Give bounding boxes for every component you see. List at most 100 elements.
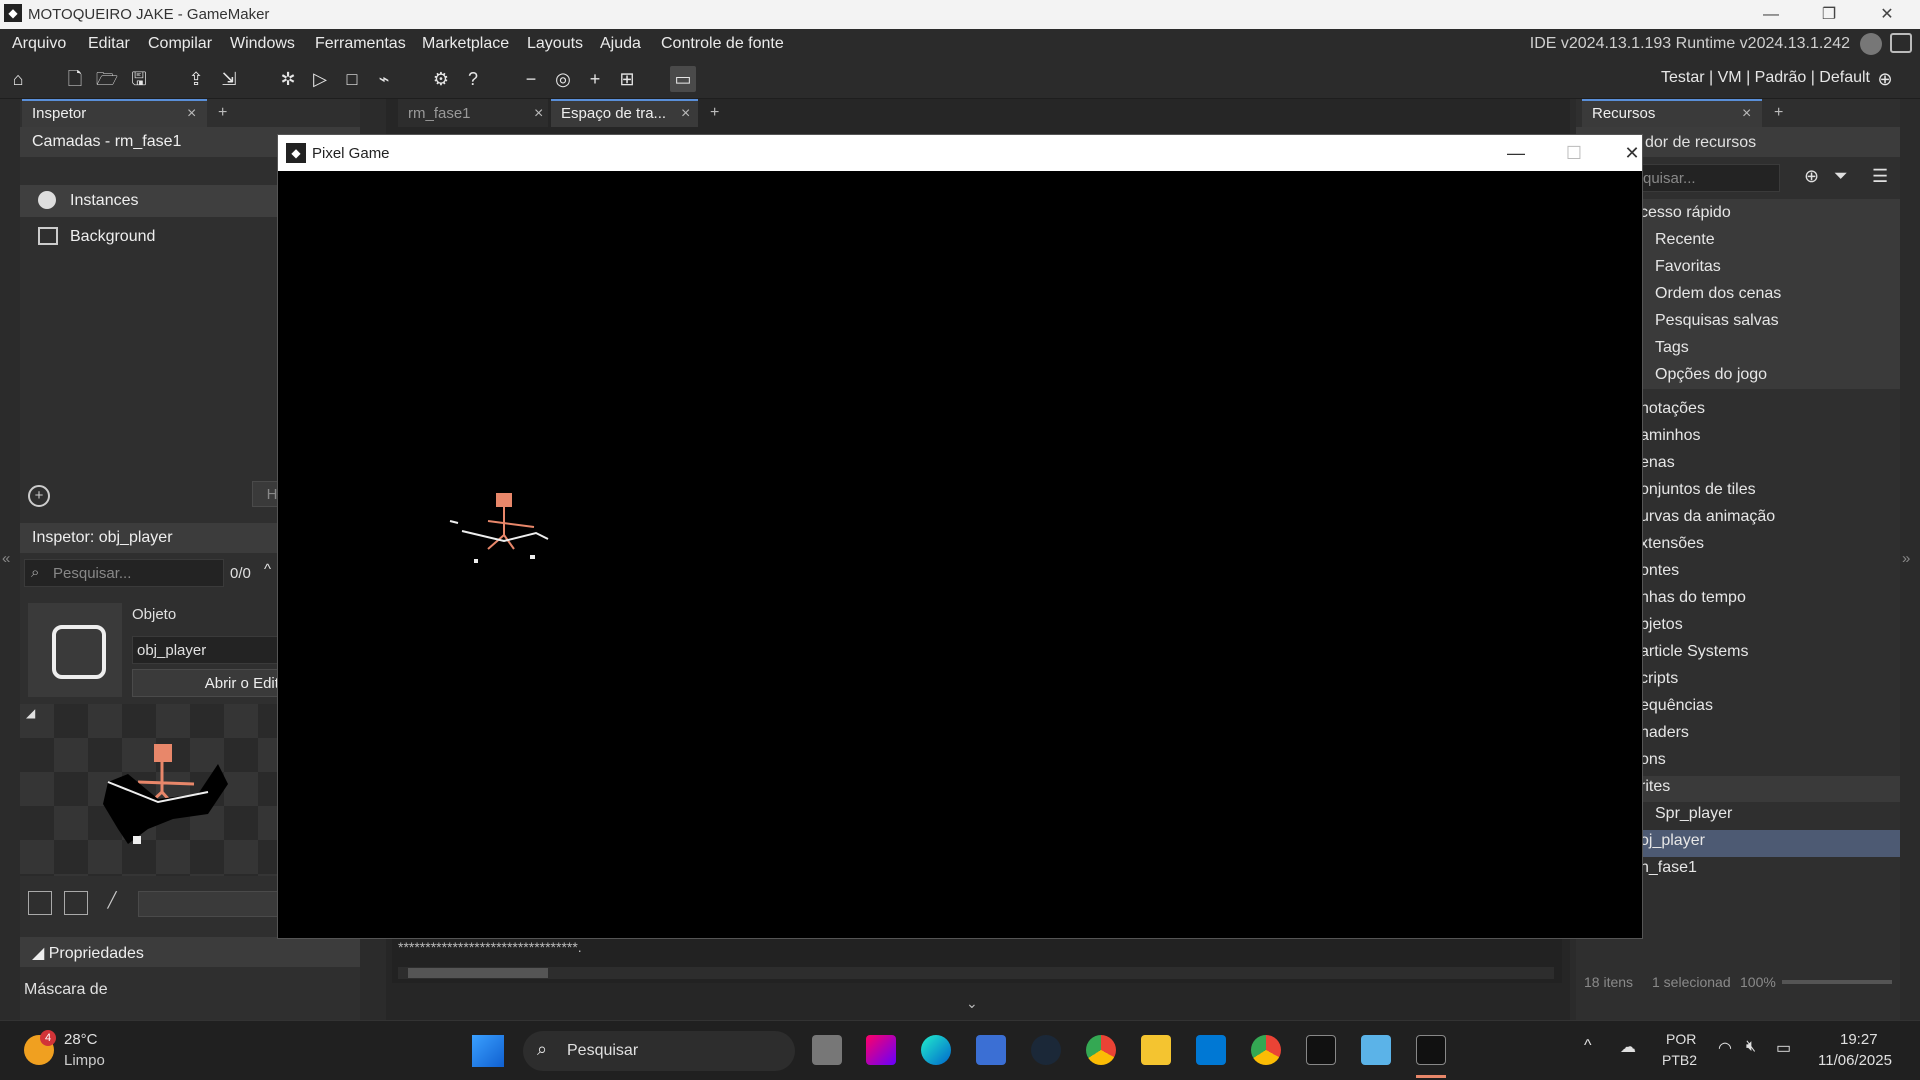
quick-recente[interactable]: Recente: [1655, 231, 1715, 255]
volume-muted-icon[interactable]: 🔇︎: [1746, 1038, 1756, 1056]
target-icon[interactable]: ⊕: [1872, 66, 1898, 92]
clock-time[interactable]: 19:27: [1840, 1031, 1878, 1048]
notepad-icon[interactable]: [1361, 1035, 1391, 1065]
minimize-button[interactable]: —: [1748, 3, 1794, 27]
group-shaders[interactable]: haders: [1640, 724, 1689, 748]
chat-icon[interactable]: [1890, 33, 1912, 53]
zoom-slider[interactable]: [1782, 980, 1892, 984]
close-tab-icon[interactable]: ×: [534, 105, 543, 123]
collapse-triangle-icon[interactable]: ◢: [26, 706, 35, 720]
group-curvas[interactable]: urvas da animação: [1640, 508, 1775, 532]
tab-recursos[interactable]: Recursos ×: [1582, 99, 1762, 127]
store-icon[interactable]: [976, 1035, 1006, 1065]
group-cenas[interactable]: enas: [1640, 454, 1675, 478]
chevron-up-icon[interactable]: ^: [264, 561, 271, 578]
group-scripts[interactable]: cripts: [1640, 670, 1678, 694]
gamemaker-taskbar-icon[interactable]: [1306, 1035, 1336, 1065]
chrome-icon[interactable]: [1086, 1035, 1116, 1065]
group-sprites[interactable]: rites: [1640, 778, 1670, 802]
copilot-icon[interactable]: [866, 1035, 896, 1065]
game-minimize-button[interactable]: —: [1496, 141, 1536, 165]
restore-button[interactable]: ❐: [1806, 3, 1852, 27]
sprite-edit-icon[interactable]: [64, 891, 88, 915]
quick-opcoes-do-jogo[interactable]: Opções do jogo: [1655, 366, 1767, 390]
clock-date[interactable]: 11/06/2025: [1818, 1052, 1892, 1069]
zoom-reset-icon[interactable]: ◎: [550, 66, 576, 92]
scrollbar-thumb[interactable]: [408, 968, 548, 978]
new-project-icon[interactable]: 🗋: [62, 66, 88, 92]
close-tab-icon[interactable]: ×: [187, 105, 196, 123]
sprite-new-icon[interactable]: [28, 891, 52, 915]
menu-compilar[interactable]: Compilar: [148, 35, 212, 53]
import-icon[interactable]: ⇲: [216, 66, 242, 92]
group-timelines[interactable]: nhas do tempo: [1640, 589, 1746, 613]
group-fontes[interactable]: ontes: [1640, 562, 1679, 586]
group-objetos[interactable]: bjetos: [1640, 616, 1683, 640]
language-code[interactable]: POR: [1666, 1031, 1696, 1047]
tab-workspace[interactable]: Espaço de tra... ×: [551, 99, 698, 127]
start-icon[interactable]: [472, 1035, 504, 1067]
add-tab-icon[interactable]: +: [218, 104, 227, 122]
run-icon[interactable]: ▷: [307, 66, 333, 92]
zoom-out-icon[interactable]: −: [518, 66, 544, 92]
add-layer-icon[interactable]: +: [28, 485, 50, 507]
debug-icon[interactable]: ✲: [275, 66, 301, 92]
collapse-right-icon[interactable]: »: [1902, 550, 1910, 567]
resource-rm-fase1[interactable]: n_fase1: [1640, 859, 1697, 883]
steam-icon[interactable]: [1031, 1035, 1061, 1065]
target-selector[interactable]: Testar | VM | Padrão | Default: [1661, 69, 1870, 87]
group-extensoes[interactable]: xtensões: [1640, 535, 1704, 559]
menu-marketplace[interactable]: Marketplace: [422, 35, 509, 53]
zoom-in-icon[interactable]: +: [582, 66, 608, 92]
game-window[interactable]: ◆ Pixel Game — ☐ ✕: [277, 134, 1643, 939]
tab-rm-fase1[interactable]: rm_fase1 ×: [398, 99, 548, 127]
output-window-icon[interactable]: ▭: [670, 66, 696, 92]
account-icon[interactable]: [1860, 33, 1882, 55]
quick-pesquisas-salvas[interactable]: Pesquisas salvas: [1655, 312, 1779, 336]
clean-icon[interactable]: ⌁: [371, 66, 397, 92]
quick-favoritas[interactable]: Favoritas: [1655, 258, 1721, 282]
resources-search-input[interactable]: quisar...: [1640, 164, 1780, 192]
game-close-button[interactable]: ✕: [1612, 141, 1652, 165]
menu-ajuda[interactable]: Ajuda: [600, 35, 641, 53]
quick-tags[interactable]: Tags: [1655, 339, 1689, 363]
save-icon[interactable]: 🖫: [126, 66, 152, 92]
add-tab-icon[interactable]: +: [1774, 104, 1783, 122]
menu-editar[interactable]: Editar: [88, 35, 130, 53]
double-chevron-down-icon[interactable]: ⌄: [966, 995, 978, 1012]
open-project-icon[interactable]: 🗁: [94, 66, 120, 92]
group-particle-systems[interactable]: article Systems: [1640, 643, 1748, 667]
horizontal-scrollbar[interactable]: [398, 967, 1554, 979]
settings-icon[interactable]: ⚙: [428, 66, 454, 92]
pixel-game-taskbar-icon[interactable]: [1416, 1035, 1446, 1065]
add-tab-icon[interactable]: +: [710, 104, 719, 122]
resource-obj-player[interactable]: oj_player: [1640, 832, 1705, 856]
home-icon[interactable]: ⌂: [5, 66, 31, 92]
menu-icon[interactable]: ☰: [1872, 166, 1888, 187]
menu-arquivo[interactable]: Arquivo: [12, 35, 66, 53]
group-caminhos[interactable]: aminhos: [1640, 427, 1700, 451]
collapse-left-icon[interactable]: «: [2, 550, 10, 567]
close-tab-icon[interactable]: ×: [1742, 105, 1751, 123]
cloud-icon[interactable]: ☁: [1620, 1037, 1636, 1057]
group-sons[interactable]: ons: [1640, 751, 1666, 775]
brush-icon[interactable]: ╱: [100, 891, 124, 915]
quick-ordem-cenas[interactable]: Ordem dos cenas: [1655, 285, 1781, 309]
menu-windows[interactable]: Windows: [230, 35, 295, 53]
tab-inspetor[interactable]: Inspetor ×: [22, 99, 207, 127]
group-tilesets[interactable]: onjuntos de tiles: [1640, 481, 1756, 505]
edge-icon[interactable]: [921, 1035, 951, 1065]
taskbar-search[interactable]: ⌕ Pesquisar: [523, 1031, 795, 1071]
properties-header[interactable]: ◢ Propriedades: [20, 937, 360, 967]
group-anotacoes[interactable]: notações: [1640, 400, 1705, 424]
quick-access-header[interactable]: cesso rápido: [1640, 204, 1731, 228]
file-explorer-icon[interactable]: [1141, 1035, 1171, 1065]
vscode-icon[interactable]: [1196, 1035, 1226, 1065]
task-view-icon[interactable]: [812, 1035, 842, 1065]
filter-icon[interactable]: ⏷: [1834, 166, 1848, 186]
game-maximize-button[interactable]: ☐: [1554, 141, 1594, 165]
keyboard-layout[interactable]: PTB2: [1662, 1052, 1697, 1068]
fit-icon[interactable]: ⊞: [614, 66, 640, 92]
resource-spr-player[interactable]: Spr_player: [1655, 805, 1732, 829]
group-sequencias[interactable]: equências: [1640, 697, 1713, 721]
